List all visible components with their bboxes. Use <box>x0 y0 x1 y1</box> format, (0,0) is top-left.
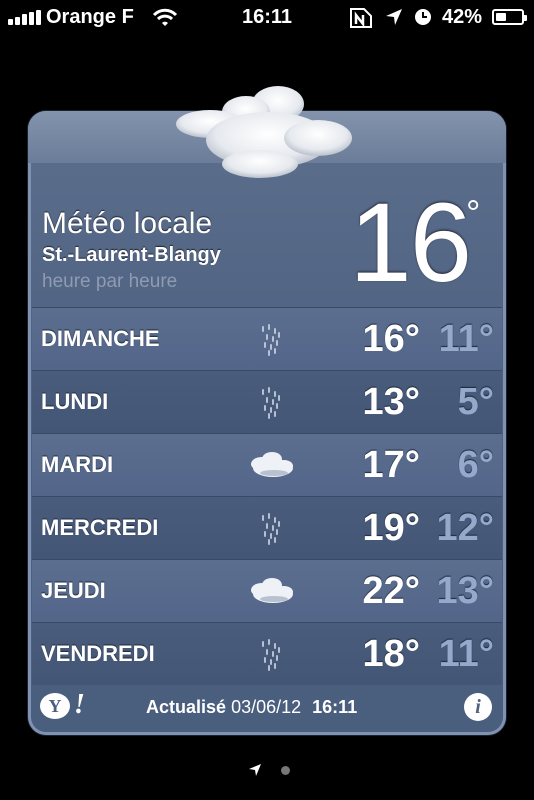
updated-time: 16:11 <box>312 697 358 717</box>
forecast-row: VENDREDI 18° 11° <box>32 622 502 685</box>
forecast-row: DIMANCHE 16° 11° <box>32 307 502 370</box>
forecast-high: 16° <box>362 318 420 360</box>
current-temperature: 16 <box>349 180 472 305</box>
cloud-icon <box>246 572 296 610</box>
forecast-high: 18° <box>362 633 420 675</box>
updated-text: Actualisé 03/06/12 16:11 <box>146 697 357 718</box>
forecast-row: MERCREDI 19° 12° <box>32 496 502 559</box>
forecast-row: MARDI 17° 6° <box>32 433 502 496</box>
widget-title: Météo locale <box>42 207 213 240</box>
forecast-low: 13° <box>436 570 494 612</box>
status-bar: Orange F 16:11 42% <box>0 0 534 36</box>
current-degree-symbol: ° <box>466 192 481 233</box>
battery-icon <box>492 9 527 25</box>
forecast-high: 19° <box>362 507 420 549</box>
forecast-high: 17° <box>362 444 420 486</box>
page-dot <box>281 766 290 775</box>
widget-footer: Y ! Actualisé 03/06/12 16:11 i <box>32 683 502 731</box>
cloud-icon <box>246 446 296 484</box>
location-icon <box>386 9 402 25</box>
updated-date: 03/06/12 <box>231 697 302 717</box>
forecast-row: LUNDI 13° 5° <box>32 370 502 433</box>
forecast-day: MARDI <box>41 452 114 477</box>
forecast-low: 11° <box>438 318 494 360</box>
rain-icon <box>246 509 296 547</box>
forecast-day: VENDREDI <box>41 641 155 666</box>
forecast-low: 11° <box>438 633 494 675</box>
forecast-day: DIMANCHE <box>41 326 160 351</box>
rain-icon <box>246 320 296 358</box>
alarm-icon <box>415 9 431 25</box>
forecast-low: 6° <box>457 444 494 486</box>
info-button[interactable]: i <box>464 693 492 721</box>
battery-percent: 42% <box>442 6 483 28</box>
forecast-low: 5° <box>457 381 494 423</box>
forecast-high: 22° <box>362 570 420 612</box>
nike-icon <box>350 8 372 28</box>
forecast-day: MERCREDI <box>41 515 159 540</box>
hourly-link[interactable]: heure par heure <box>42 271 177 293</box>
cloud-icon <box>176 86 352 178</box>
forecast-day: LUNDI <box>41 389 109 414</box>
rain-icon <box>246 635 296 673</box>
forecast-day: JEUDI <box>41 578 106 603</box>
yahoo-logo-icon[interactable]: Y <box>40 693 70 719</box>
forecast-row: JEUDI 22° 13° <box>32 559 502 622</box>
rain-icon <box>246 383 296 421</box>
updated-label: Actualisé <box>146 697 227 717</box>
forecast-low: 12° <box>436 507 494 549</box>
forecast-list: DIMANCHE 16° 11° LUNDI 13° 5° MARDI 17° 6° MERCRE… <box>32 307 502 685</box>
page-indicator[interactable] <box>0 760 534 780</box>
location-page-icon <box>249 764 261 776</box>
yahoo-logo-exclamation: ! <box>74 689 85 720</box>
city-name: St.-Laurent-Blangy <box>42 244 221 266</box>
forecast-high: 13° <box>362 381 420 423</box>
